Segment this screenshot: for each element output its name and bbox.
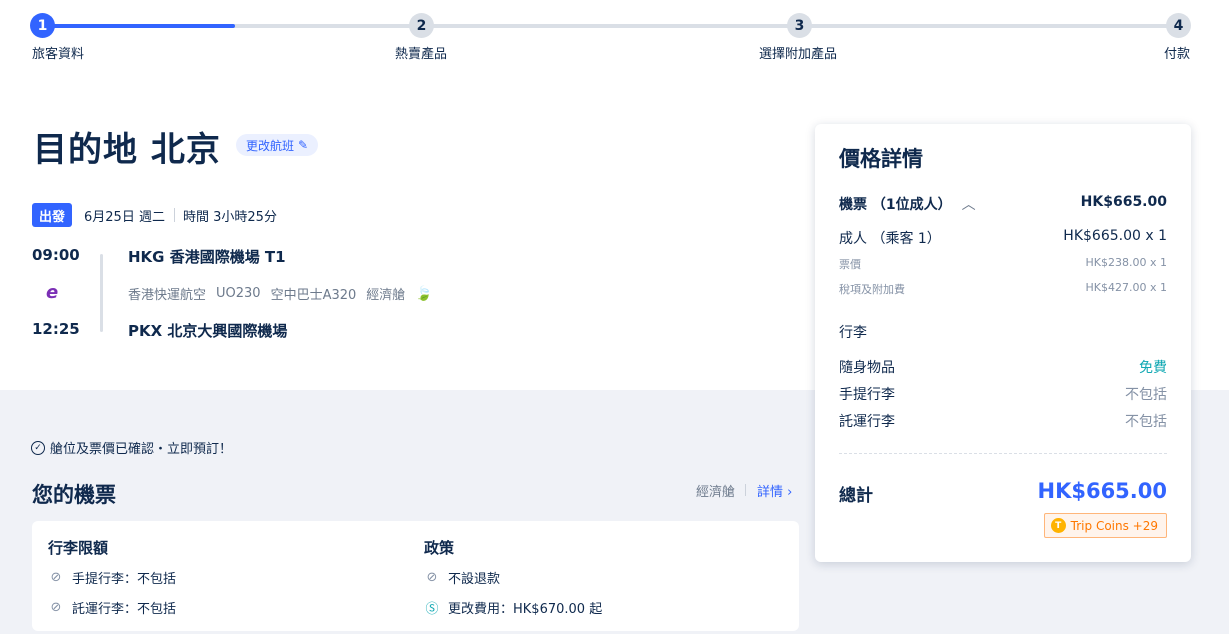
no-refund-icon: ⊘ (426, 570, 438, 585)
step-4-label: 付款 (1164, 47, 1191, 62)
step-1-label: 旅客資料 (32, 47, 85, 62)
trip-coin-icon: T (1050, 518, 1066, 533)
tax-value: HK$427.00 x 1 (1085, 281, 1167, 294)
depart-badge: 出發 (32, 203, 73, 227)
ticket-breakdown-label: 機票 （1位成人） (839, 197, 952, 213)
airline-name: 香港快運航空 (128, 288, 207, 303)
chevron-up-icon: ︿ (961, 197, 976, 213)
carry-on-label: 手提行李 (839, 387, 895, 403)
step-2-label: 熱賣產品 (395, 47, 448, 62)
airline-logo-icon: e (46, 282, 59, 303)
step-3-label: 選擇附加產品 (759, 47, 838, 62)
details-label: 詳情 (757, 485, 784, 500)
step-4-circle: 4 (1166, 13, 1191, 38)
ticket-section-title: 您的機票 (32, 483, 116, 507)
refund-row: ⊘ 不設退款 (424, 568, 500, 587)
carry-on-row: ⊘ 手提行李：不包括 (48, 568, 176, 587)
confirmation-message: ✓ 艙位及票價已確認・立即預訂！ (31, 438, 232, 457)
ticket-total: HK$665.00 (1080, 194, 1167, 210)
price-details-title: 價格詳情 (839, 147, 923, 171)
carry-on-value: 不包括 (1125, 387, 1167, 403)
ticket-details-link[interactable]: 詳情 › (757, 481, 792, 500)
chevron-right-icon: › (787, 485, 793, 500)
flight-timeline (100, 254, 103, 332)
stepper-progress (42, 24, 235, 28)
check-circle-icon: ✓ (31, 440, 45, 455)
flight-info: 香港快運航空 UO230 空中巴士A320 經濟艙 🍃 (128, 284, 433, 304)
personal-item-label: 隨身物品 (839, 360, 895, 376)
dashed-divider (839, 453, 1167, 454)
step-2-circle: 2 (409, 13, 434, 38)
adult-label: 成人 （乘客 1） (839, 231, 941, 247)
no-checked-bag-icon: ⊘ (50, 600, 62, 615)
divider (745, 484, 746, 496)
checked-bag-label: 託運行李 (839, 414, 895, 430)
trip-coins-badge: T Trip Coins +29 (1043, 513, 1167, 538)
step-1-circle: 1 (30, 13, 55, 38)
personal-item-value: 免費 (1139, 360, 1167, 376)
refund-text: 不設退款 (448, 572, 501, 587)
ticket-breakdown-toggle[interactable]: 機票 （1位成人） ︿ (839, 194, 976, 214)
cabin-class: 經濟艙 (366, 288, 406, 303)
divider (174, 208, 175, 222)
edit-icon: ✎ (298, 138, 309, 152)
dollar-circle-icon: Ⓢ (425, 602, 439, 617)
step-3-circle: 3 (787, 13, 812, 38)
no-carry-on-bag-icon: ⊘ (50, 570, 62, 585)
depart-date: 6月25日 週二 (84, 210, 165, 225)
adult-value: HK$665.00 x 1 (1063, 228, 1167, 244)
change-fee-text: 更改費用：HK$670.00 起 (448, 602, 603, 617)
ticket-cabin: 經濟艙 (696, 485, 736, 500)
price-details-panel: 價格詳情 機票 （1位成人） ︿ HK$665.00 成人 （乘客 1） HK$… (815, 124, 1191, 562)
flight-number: UO230 (216, 286, 261, 301)
trip-coins-text: Trip Coins +29 (1070, 518, 1158, 533)
arrival-airport: PKX 北京大興國際機場 (128, 322, 288, 340)
confirmation-text: 艙位及票價已確認・立即預訂！ (50, 442, 233, 457)
destination-title: 目的地 北京 (33, 130, 221, 170)
fare-label: 票價 (839, 258, 861, 271)
flight-duration: 時間 3小時25分 (183, 210, 277, 225)
departure-time: 09:00 (32, 246, 80, 264)
departure-airport: HKG 香港國際機場 T1 (128, 248, 286, 266)
checked-bag-value: 不包括 (1125, 414, 1167, 430)
checked-bag-row: ⊘ 託運行李：不包括 (48, 598, 176, 617)
baggage-label: 行李 (839, 325, 867, 341)
total-price: HK$665.00 (1037, 479, 1168, 503)
change-flight-label: 更改航班 (246, 138, 295, 153)
change-fee-row: Ⓢ 更改費用：HK$670.00 起 (424, 598, 602, 617)
checked-bag-text: 託運行李：不包括 (72, 602, 177, 617)
aircraft-type: 空中巴士A320 (270, 288, 357, 303)
progress-stepper: 1 2 3 4 旅客資料 熱賣產品 選擇附加產品 付款 (0, 0, 1229, 70)
eco-leaf-icon[interactable]: 🍃 (415, 286, 432, 302)
policy-title: 政策 (424, 539, 455, 557)
tax-label: 稅項及附加費 (839, 283, 905, 296)
arrival-time: 12:25 (32, 320, 80, 338)
total-label: 總計 (839, 486, 873, 506)
fare-value: HK$238.00 x 1 (1085, 256, 1167, 269)
baggage-allowance-title: 行李限額 (48, 539, 109, 557)
change-flight-button[interactable]: 更改航班 ✎ (236, 134, 319, 156)
carry-on-text: 手提行李：不包括 (72, 572, 177, 587)
